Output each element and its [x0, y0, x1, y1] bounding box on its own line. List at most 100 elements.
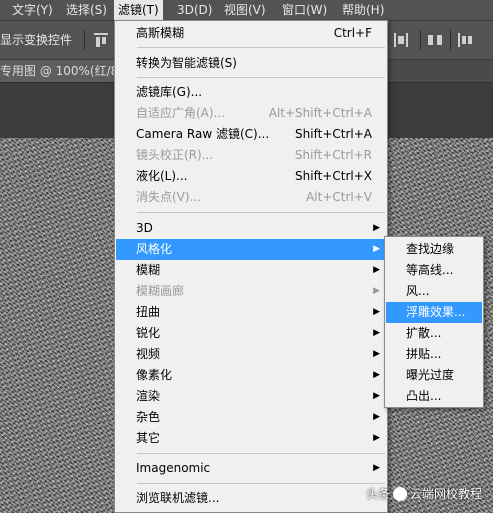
- submenu-item-label: 凸出...: [406, 389, 442, 403]
- menu-item-shortcut: Shift+Ctrl+R: [294, 148, 372, 162]
- distribute-horizontal-icon[interactable]: [394, 33, 408, 47]
- submenu-arrow-icon: ▶: [373, 328, 380, 338]
- menu-filter[interactable]: 滤镜(T): [114, 0, 163, 20]
- menu-item-render[interactable]: 渲染 ▶: [116, 386, 386, 407]
- menu-item-label: 模糊: [136, 263, 161, 277]
- submenu-item-label: 风...: [406, 284, 430, 298]
- menu-type[interactable]: 文字(Y): [8, 0, 57, 20]
- submenu-arrow-icon: ▶: [373, 412, 380, 422]
- menu-separator: [137, 483, 385, 484]
- menu-item-shortcut: Alt+Shift+Ctrl+A: [268, 106, 372, 120]
- menu-item-lens-correction: 镜头校正(R)... Shift+Ctrl+R: [116, 145, 386, 166]
- submenu-item-find-edges[interactable]: 查找边缘: [386, 239, 482, 260]
- menu-item-sharpen[interactable]: 锐化 ▶: [116, 323, 386, 344]
- menu-item-label: 自适应广角(A)...: [136, 106, 226, 120]
- menu-item-pixelate[interactable]: 像素化 ▶: [116, 365, 386, 386]
- submenu-item-solarize[interactable]: 曝光过度: [386, 365, 482, 386]
- auto-align-icon[interactable]: [458, 33, 472, 47]
- menu-item-gaussian-blur[interactable]: 高斯模糊 Ctrl+F: [116, 23, 386, 44]
- menu-item-label: 模糊画廊: [136, 284, 185, 298]
- submenu-item-label: 拼贴...: [406, 347, 442, 361]
- submenu-item-wind[interactable]: 风...: [386, 281, 482, 302]
- menu-item-label: 像素化: [136, 368, 173, 382]
- submenu-item-label: 浮雕效果...: [406, 305, 466, 319]
- menu-item-label: Camera Raw 滤镜(C)...: [136, 127, 270, 141]
- menu-item-blur-gallery: 模糊画廊 ▶: [116, 281, 386, 302]
- menu-view[interactable]: 视图(V): [220, 0, 270, 20]
- menu-item-distort[interactable]: 扭曲 ▶: [116, 302, 386, 323]
- submenu-arrow-icon: ▶: [373, 244, 380, 254]
- menu-item-label: 3D: [136, 221, 153, 235]
- menu-bar: 文字(Y) 选择(S) 滤镜(T) 3D(D) 视图(V) 窗口(W) 帮助(H…: [0, 0, 493, 21]
- submenu-item-label: 曝光过度: [406, 368, 455, 382]
- menu-item-browse-online-filters[interactable]: 浏览联机滤镜...: [116, 488, 386, 509]
- menu-item-label: 其它: [136, 431, 161, 445]
- divider: [84, 30, 85, 50]
- watermark: 头条 云端网校教程: [366, 484, 482, 504]
- menu-item-filter-gallery[interactable]: 滤镜库(G)...: [116, 82, 386, 103]
- menu-separator: [137, 453, 385, 454]
- watermark-logo-icon: [393, 486, 408, 501]
- menu-item-video[interactable]: 视频 ▶: [116, 344, 386, 365]
- submenu-arrow-icon: ▶: [373, 223, 380, 233]
- submenu-item-label: 等高线...: [406, 263, 454, 277]
- submenu-arrow-icon: ▶: [373, 349, 380, 359]
- menu-item-3d[interactable]: 3D ▶: [116, 218, 386, 239]
- menu-item-label: 消失点(V)...: [136, 190, 202, 204]
- menu-item-shortcut: Shift+Ctrl+X: [295, 169, 372, 183]
- menu-separator: [137, 212, 385, 213]
- divider: [420, 30, 421, 50]
- submenu-item-diffuse[interactable]: 扩散...: [386, 323, 482, 344]
- menu-item-noise[interactable]: 杂色 ▶: [116, 407, 386, 428]
- menu-item-label: 浏览联机滤镜...: [136, 491, 220, 505]
- watermark-prefix: 头条: [366, 487, 391, 501]
- menu-item-label: 转换为智能滤镜(S): [136, 56, 237, 70]
- submenu-arrow-icon: ▶: [373, 286, 380, 296]
- menu-item-label: Imagenomic: [136, 461, 211, 475]
- menu-item-label: 视频: [136, 347, 161, 361]
- menu-item-label: 风格化: [136, 242, 173, 256]
- menu-item-liquify[interactable]: 液化(L)... Shift+Ctrl+X: [116, 166, 386, 187]
- align-top-icon[interactable]: [94, 33, 108, 47]
- document-tab[interactable]: 专用图 @ 100%(红/8): [0, 60, 129, 82]
- menu-help[interactable]: 帮助(H): [338, 0, 388, 20]
- menu-item-label: 杂色: [136, 410, 161, 424]
- menu-item-label: 液化(L)...: [136, 169, 188, 183]
- distribute-spacing-icon[interactable]: [428, 33, 442, 47]
- menu-item-blur[interactable]: 模糊 ▶: [116, 260, 386, 281]
- menu-item-label: 锐化: [136, 326, 161, 340]
- menu-item-camera-raw[interactable]: Camera Raw 滤镜(C)... Shift+Ctrl+A: [116, 124, 386, 145]
- show-transform-controls-label[interactable]: 显示变换控件: [0, 21, 72, 59]
- menu-item-other[interactable]: 其它 ▶: [116, 428, 386, 449]
- submenu-item-extrude[interactable]: 凸出...: [386, 386, 482, 407]
- submenu-item-emboss[interactable]: 浮雕效果...: [386, 302, 482, 323]
- menu-item-label: 扭曲: [136, 305, 161, 319]
- stylize-submenu: 查找边缘 等高线... 风... 浮雕效果... 扩散... 拼贴... 曝光过…: [384, 236, 484, 408]
- menu-item-convert-smart-filter[interactable]: 转换为智能滤镜(S): [116, 53, 386, 74]
- menu-item-label: 渲染: [136, 389, 161, 403]
- menu-window[interactable]: 窗口(W): [278, 0, 331, 20]
- divider: [450, 30, 451, 50]
- menu-item-shortcut: Ctrl+F: [333, 26, 372, 40]
- menu-separator: [137, 77, 385, 78]
- menu-item-stylize[interactable]: 风格化 ▶: [116, 239, 386, 260]
- submenu-item-tiles[interactable]: 拼贴...: [386, 344, 482, 365]
- submenu-item-label: 扩散...: [406, 326, 442, 340]
- submenu-arrow-icon: ▶: [373, 370, 380, 380]
- submenu-arrow-icon: ▶: [373, 433, 380, 443]
- menu-3d[interactable]: 3D(D): [173, 0, 216, 20]
- menu-item-label: 滤镜库(G)...: [136, 85, 203, 99]
- filter-menu: 高斯模糊 Ctrl+F 转换为智能滤镜(S) 滤镜库(G)... 自适应广角(A…: [114, 20, 388, 513]
- menu-item-shortcut: Shift+Ctrl+A: [295, 127, 372, 141]
- menu-item-vanishing-point: 消失点(V)... Alt+Ctrl+V: [116, 187, 386, 208]
- menu-item-adaptive-wide-angle: 自适应广角(A)... Alt+Shift+Ctrl+A: [116, 103, 386, 124]
- menu-separator: [137, 47, 385, 48]
- submenu-arrow-icon: ▶: [373, 265, 380, 275]
- menu-item-imagenomic[interactable]: Imagenomic ▶: [116, 458, 386, 479]
- menu-item-label: 镜头校正(R)...: [136, 148, 214, 162]
- watermark-text: 云端网校教程: [410, 487, 483, 501]
- submenu-item-trace-contour[interactable]: 等高线...: [386, 260, 482, 281]
- submenu-arrow-icon: ▶: [373, 391, 380, 401]
- menu-item-shortcut: Alt+Ctrl+V: [306, 190, 372, 204]
- menu-select[interactable]: 选择(S): [62, 0, 111, 20]
